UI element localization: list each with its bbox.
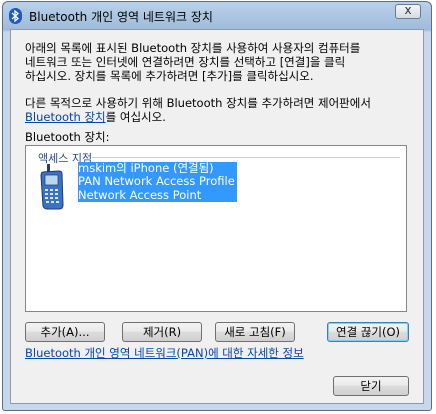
device-name: mskim의 iPhone (연결됨) bbox=[78, 161, 237, 176]
dialog-client-area: 아래의 목록에 표시된 Bluetooth 장치를 사용하여 사용자의 컴퓨터를… bbox=[10, 29, 424, 404]
instructions-line-2: 네트워크 또는 인터넷에 연결하려면 장치를 선택하고 [연결]을 클릭 bbox=[25, 55, 346, 69]
close-window-button[interactable]: x bbox=[395, 3, 421, 19]
device-type: Network Access Point bbox=[78, 188, 237, 202]
window-title: Bluetooth 개인 영역 네트워크 장치 bbox=[29, 10, 213, 24]
instructions-line-1: 아래의 목록에 표시된 Bluetooth 장치를 사용하여 사용자의 컴퓨터를 bbox=[25, 41, 361, 55]
bluetooth-pan-dialog: Bluetooth 개인 영역 네트워크 장치 x 아래의 목록에 표시된 Bl… bbox=[2, 1, 432, 411]
bluetooth-devices-link[interactable]: Bluetooth 장치 bbox=[25, 110, 106, 124]
control-panel-note-line-2: Bluetooth 장치를 여십시오. bbox=[25, 110, 166, 124]
bluetooth-icon bbox=[9, 8, 22, 24]
disconnect-button[interactable]: 연결 끊기(O) bbox=[327, 322, 409, 342]
pan-info-link[interactable]: Bluetooth 개인 영역 네트워크(PAN)에 대한 자세한 정보 bbox=[25, 346, 304, 360]
instructions-line-3: 하십시오. 장치를 목록에 추가하려면 [추가]를 클릭하십시오. bbox=[25, 69, 314, 83]
control-panel-note-line-1: 다른 목적으로 사용하기 위해 Bluetooth 장치를 추가하려면 제어판에… bbox=[25, 96, 371, 110]
add-button[interactable]: 추가(A)... bbox=[25, 322, 105, 342]
close-icon: x bbox=[404, 3, 412, 17]
device-list-label: Bluetooth 장치: bbox=[25, 130, 110, 144]
remove-button[interactable]: 제거(R) bbox=[122, 322, 202, 342]
title-bar[interactable]: Bluetooth 개인 영역 네트워크 장치 x bbox=[3, 2, 431, 29]
list-item-device[interactable]: mskim의 iPhone (연결됨) PAN Network Access P… bbox=[38, 161, 238, 214]
close-button[interactable]: 닫기 bbox=[333, 376, 409, 396]
refresh-button[interactable]: 새로 고침(F) bbox=[215, 322, 295, 342]
group-divider bbox=[92, 157, 400, 158]
control-panel-note-suffix: 를 여십시오. bbox=[105, 110, 166, 124]
device-profile: PAN Network Access Profile bbox=[78, 174, 237, 189]
mobile-phone-icon bbox=[40, 164, 64, 210]
device-details: mskim의 iPhone (연결됨) PAN Network Access P… bbox=[78, 161, 237, 202]
bluetooth-device-list[interactable]: 액세스 지점 mskim의 iPhone (연결됨) PAN Network A… bbox=[25, 145, 407, 312]
